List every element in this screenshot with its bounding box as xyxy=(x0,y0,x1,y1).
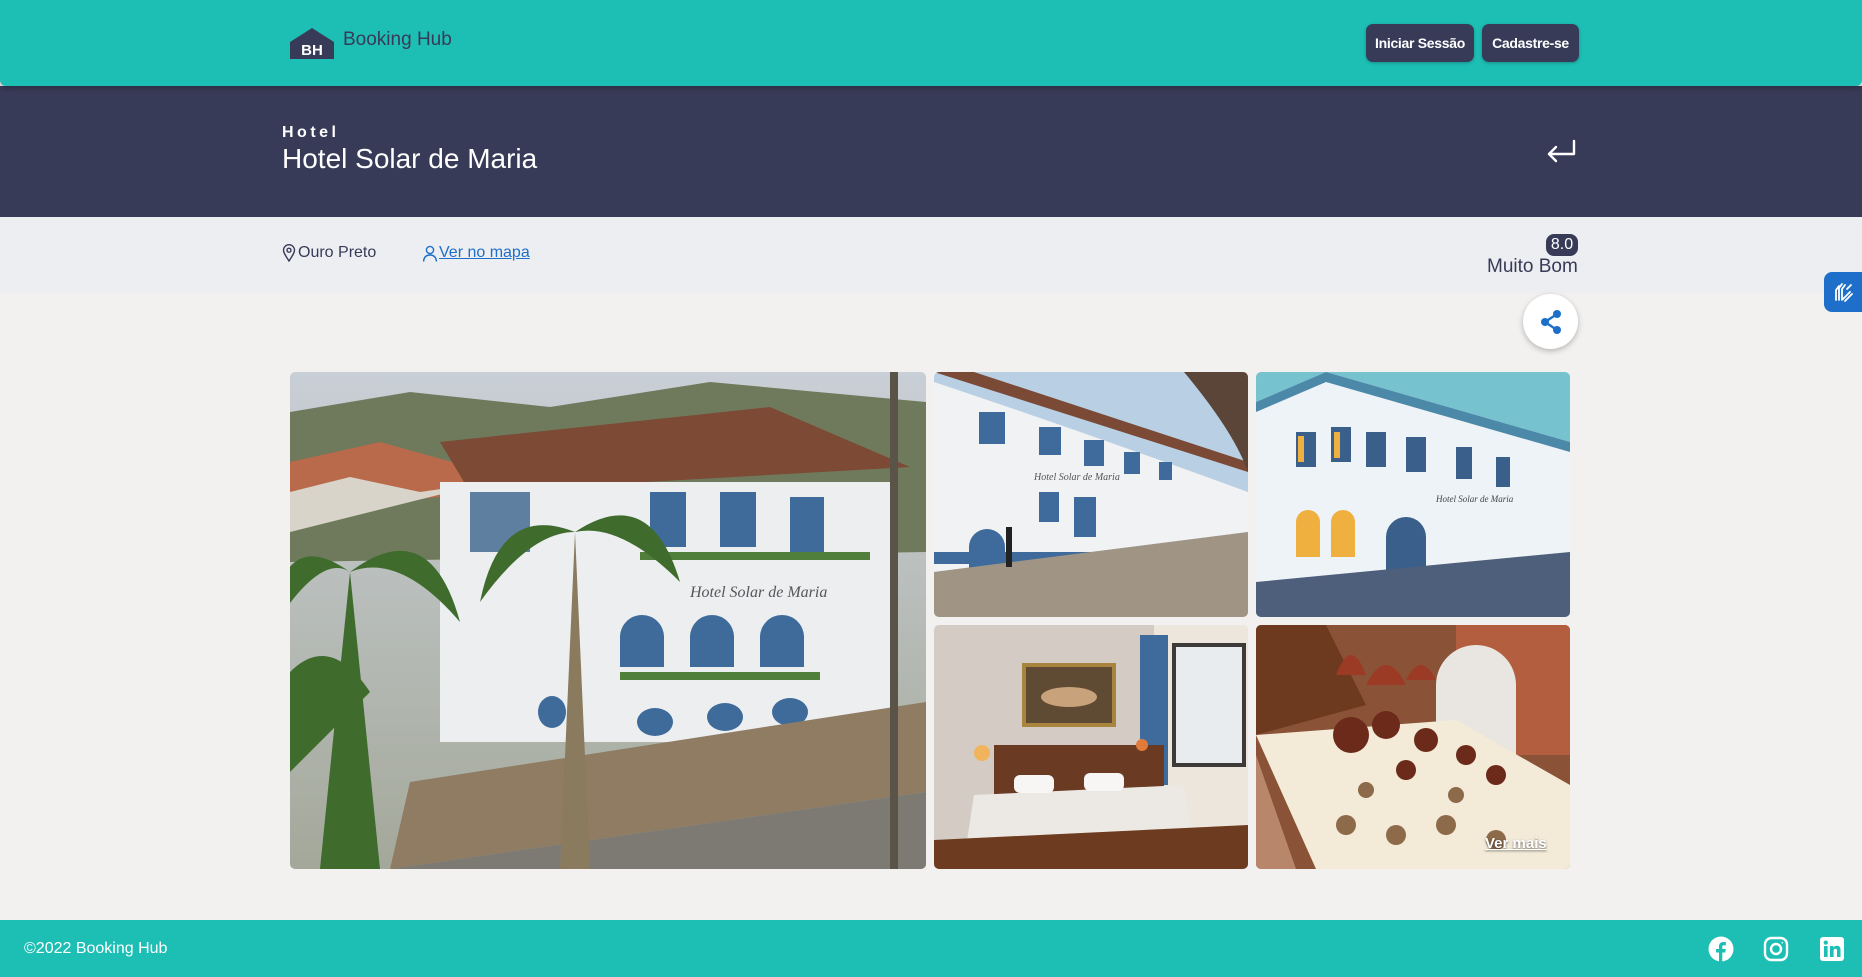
view-map-link[interactable]: Ver no mapa xyxy=(422,244,530,262)
house-logo-icon: BH xyxy=(290,28,334,59)
see-more-photos-link[interactable]: Ver mais xyxy=(1485,835,1547,852)
person-icon xyxy=(422,245,438,262)
brand-logo-link[interactable]: BH Booking Hub xyxy=(287,26,452,60)
sign-language-hands-icon xyxy=(1835,283,1853,302)
brand-name: Booking Hub xyxy=(343,29,452,50)
view-map-label: Ver no mapa xyxy=(439,244,530,261)
rating-score-badge: 8.0 xyxy=(1546,234,1578,256)
linkedin-icon[interactable] xyxy=(1819,936,1845,962)
hotel-info-bar: Ouro Preto Ver no mapa 8.0 Muito Bom xyxy=(0,217,1862,293)
share-icon xyxy=(1540,309,1561,334)
bedroom-image xyxy=(934,625,1248,869)
top-navbar: BH Booking Hub Iniciar Sessão Cadastre-s… xyxy=(0,0,1862,86)
svg-text:Hotel Solar de Maria: Hotel Solar de Maria xyxy=(1435,494,1514,504)
accessibility-widget-button[interactable] xyxy=(1824,272,1862,312)
share-button[interactable] xyxy=(1523,294,1578,349)
hotel-category: Hotel xyxy=(282,124,340,141)
hotel-title-band: Hotel Hotel Solar de Maria xyxy=(0,86,1862,217)
location-text: Ouro Preto xyxy=(298,244,377,261)
svg-text:Hotel Solar de Maria: Hotel Solar de Maria xyxy=(689,584,827,601)
instagram-icon[interactable] xyxy=(1763,936,1789,962)
breakfast-image xyxy=(1256,625,1570,869)
svg-text:Hotel Solar de Maria: Hotel Solar de Maria xyxy=(1033,472,1120,483)
bedroom-photo[interactable] xyxy=(934,625,1248,869)
hotel-facade-image: Hotel Solar de Maria xyxy=(290,372,926,869)
breakfast-photo[interactable] xyxy=(1256,625,1570,869)
street-facade-image: Hotel Solar de Maria xyxy=(934,372,1248,617)
facebook-icon[interactable] xyxy=(1708,936,1734,962)
login-button[interactable]: Iniciar Sessão xyxy=(1366,24,1474,62)
footer: ©2022 Booking Hub xyxy=(0,920,1862,977)
map-pin-icon xyxy=(282,244,296,262)
page-title: Hotel Solar de Maria xyxy=(282,143,538,174)
hotel-facade-photo[interactable]: Hotel Solar de Maria xyxy=(290,372,926,869)
street-facade-photo[interactable]: Hotel Solar de Maria xyxy=(934,372,1248,617)
signup-button[interactable]: Cadastre-se xyxy=(1482,24,1579,62)
copyright-text: ©2022 Booking Hub xyxy=(24,940,168,957)
facade-night-photo[interactable]: Hotel Solar de Maria xyxy=(1256,372,1570,617)
facade-night-image: Hotel Solar de Maria xyxy=(1256,372,1570,617)
back-arrow-icon[interactable] xyxy=(1545,138,1577,166)
location: Ouro Preto xyxy=(282,244,376,262)
svg-text:BH: BH xyxy=(301,42,323,59)
rating-label: Muito Bom xyxy=(1487,256,1578,277)
